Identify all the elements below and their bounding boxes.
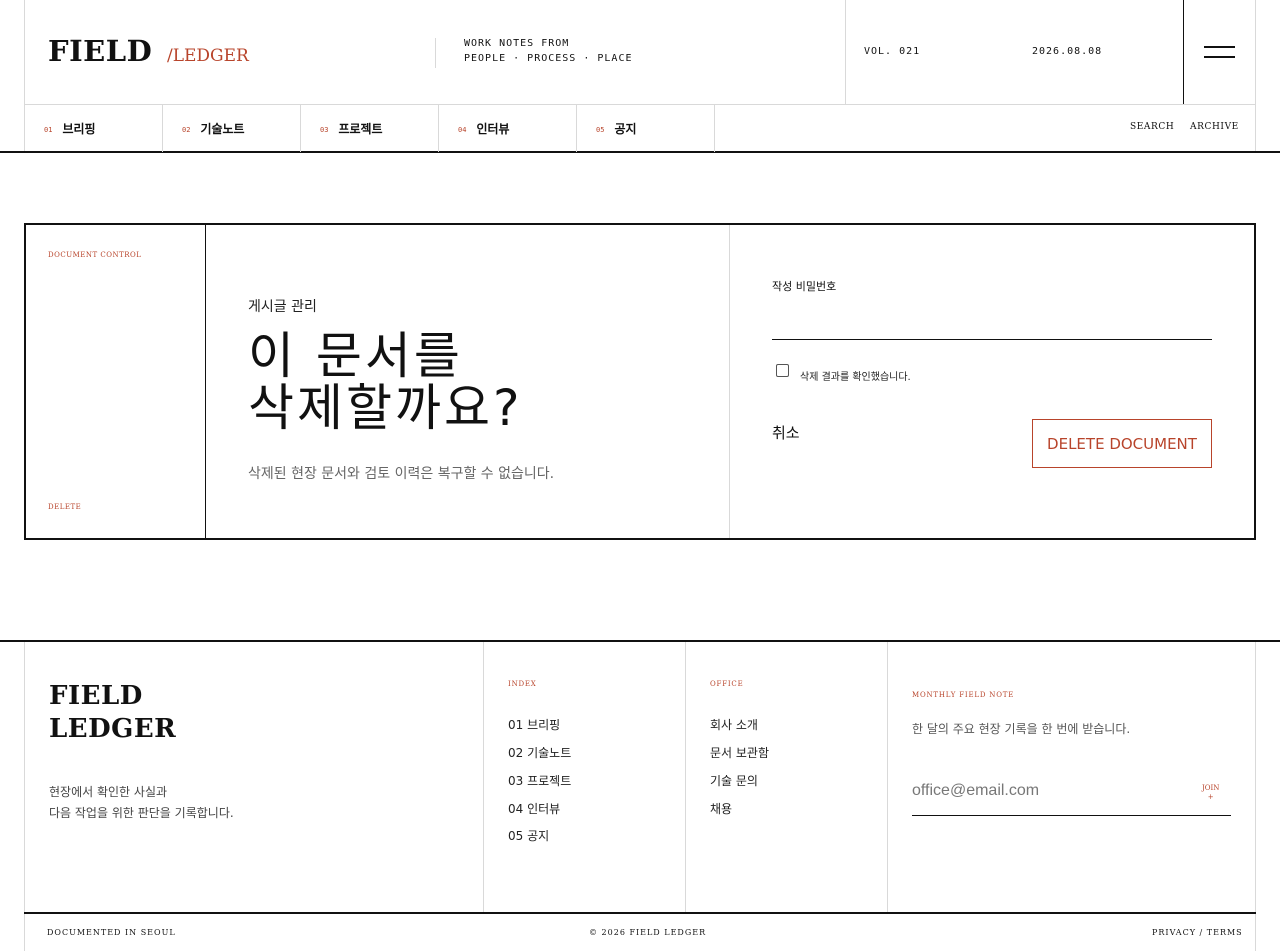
menu-divider [1183,0,1184,104]
footer-col-divider [887,642,888,912]
card-divider [729,225,730,538]
footer-desc-line-2: 다음 작업을 위한 판단을 기록합니다. [49,806,234,820]
search-link[interactable]: SEARCH [1130,122,1174,132]
newsletter-input-underline [912,815,1231,816]
footer-location: DOCUMENTED IN SEOUL [47,928,176,937]
warning-description: 삭제된 현장 문서와 검토 이력은 복구할 수 없습니다. [248,466,555,482]
side-label-delete: DELETE [48,503,82,511]
password-input[interactable] [772,300,1212,340]
footer-link-interview[interactable]: 04 인터뷰 [508,800,560,817]
header-right-rule [1255,0,1256,152]
footer-link-projects[interactable]: 03 프로젝트 [508,772,571,789]
meta-divider [845,0,846,104]
tagline-line-2: PEOPLE · PROCESS · PLACE [464,53,633,64]
nav-item-briefing[interactable]: 01 브리핑 [25,104,163,152]
nav-number: 03 [320,126,329,134]
nav-item-interview[interactable]: 04 인터뷰 [439,104,577,152]
tagline-divider [435,38,436,68]
footer-link-briefing[interactable]: 01 브리핑 [508,716,560,733]
index-heading: INDEX [508,680,537,688]
nav-item-projects[interactable]: 03 프로젝트 [301,104,439,152]
tagline-line-1: WORK NOTES FROM [464,38,570,49]
office-heading: OFFICE [710,680,744,688]
footer-logo-line-1: FIELD [49,681,143,711]
title-line-2: 삭제할까요? [248,379,523,437]
footer-col-divider [685,642,686,912]
nav-item-notice[interactable]: 05 공지 [577,104,715,152]
footer-link-about[interactable]: 회사 소개 [710,716,758,733]
footer-link-tech-inquiry[interactable]: 기술 문의 [710,772,758,789]
nav-number: 05 [596,126,605,134]
footer-description: 현장에서 확인한 사실과 다음 작업을 위한 판단을 기록합니다. [49,782,234,824]
join-label: JOIN [1202,784,1220,792]
nav-number: 01 [44,126,53,134]
footer-copyright: © 2026 FIELD LEDGER [589,928,707,937]
cancel-button[interactable]: 취소 [772,422,800,443]
newsletter-heading: MONTHLY FIELD NOTE [912,691,1015,699]
nav-label: 공지 [614,121,637,136]
issue-date: 2026.08.08 [1032,46,1103,57]
title-line-1: 이 문서를 [248,327,463,385]
nav-item-tech-notes[interactable]: 02 기술노트 [163,104,301,152]
newsletter-join-button[interactable]: JOIN + [1202,784,1219,802]
footer-desc-line-1: 현장에서 확인한 사실과 [49,785,168,799]
nav-label: 브리핑 [62,121,96,136]
footer-link-tech-notes[interactable]: 02 기술노트 [508,744,571,761]
footer-legal-links[interactable]: PRIVACY / TERMS [1152,928,1243,937]
footer-bottom-rule [24,912,1256,914]
site-logo[interactable]: FIELD [48,34,152,68]
nav-label: 인터뷰 [476,121,510,136]
footer-link-notice[interactable]: 05 공지 [508,827,549,844]
footer-top-rule [0,640,1280,642]
card-side-panel [24,223,206,540]
side-label-document-control: DOCUMENT CONTROL [48,251,142,259]
footer-logo[interactable]: FIELD LEDGER [49,680,176,746]
newsletter-description: 한 달의 주요 현장 기록을 한 번에 받습니다. [912,722,1131,736]
archive-link[interactable]: ARCHIVE [1190,122,1239,132]
footer-logo-line-2: LEDGER [49,714,177,744]
password-label: 작성 비밀번호 [772,280,837,293]
footer-col-divider [483,642,484,912]
footer-link-careers[interactable]: 채용 [710,800,732,817]
nav-label: 기술노트 [200,121,245,136]
newsletter-email-input[interactable] [912,774,1198,808]
section-kicker: 게시글 관리 [248,299,317,315]
delete-document-button[interactable]: DELETE DOCUMENT [1032,419,1212,468]
issue-volume: VOL. 021 [864,46,921,57]
nav-label: 프로젝트 [338,121,383,136]
footer-right-rule [1255,642,1256,951]
delete-dialog-card [24,223,1256,540]
confirm-checkbox-label[interactable]: 삭제 결과를 확인했습니다. [800,368,911,383]
confirm-checkbox[interactable] [776,364,789,377]
footer-link-archive[interactable]: 문서 보관함 [710,744,769,761]
site-logo-sub: /LEDGER [167,46,249,66]
plus-icon: + [1207,793,1214,801]
nav-number: 04 [458,126,467,134]
nav-number: 02 [182,126,191,134]
footer-left-rule [24,642,25,951]
page-title: 이 문서를 삭제할까요? [248,330,523,434]
hamburger-menu-icon[interactable] [1204,46,1235,59]
